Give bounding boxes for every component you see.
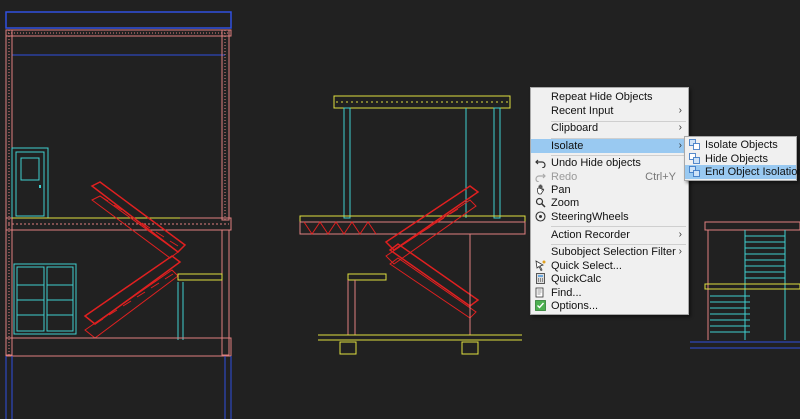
menu-item-find[interactable]: Find...	[531, 286, 688, 300]
context-menu: Repeat Hide Objects Recent Input › Clipb…	[530, 87, 689, 315]
menu-item-label: QuickCalc	[551, 273, 602, 285]
submenu-item-end-object-isolation[interactable]: End Object Isolation	[685, 165, 800, 179]
find-icon	[535, 287, 544, 298]
submenu-item-hide-objects[interactable]: Hide Objects	[685, 152, 796, 166]
hide-objects-icon	[689, 153, 700, 164]
undo-icon	[535, 159, 546, 168]
isolate-submenu: Isolate Objects Hide Objects End Object …	[684, 136, 800, 181]
menu-item-steeringwheels[interactable]: SteeringWheels	[531, 210, 688, 224]
right-section-drawing	[690, 221, 800, 349]
menu-item-recent-input[interactable]: Recent Input ›	[531, 104, 688, 118]
menu-item-quickcalc[interactable]: QuickCalc	[531, 272, 688, 286]
menu-item-quick-select[interactable]: Quick Select...	[531, 259, 688, 273]
submenu-item-label: Isolate Objects	[705, 139, 778, 151]
submenu-arrow-icon: ›	[678, 140, 682, 151]
menu-item-action-recorder[interactable]: Action Recorder ›	[531, 228, 688, 242]
menu-item-label: Undo Hide objects	[551, 157, 641, 169]
menu-item-repeat-hide-objects[interactable]: Repeat Hide Objects	[531, 90, 688, 104]
submenu-item-label: Hide Objects	[705, 153, 768, 165]
menu-item-label: Options...	[551, 300, 599, 312]
submenu-item-label: End Object Isolation	[705, 166, 800, 178]
left-section-drawing	[5, 11, 232, 419]
menu-item-label: Isolate	[551, 140, 584, 152]
menu-item-shortcut: Ctrl+Y	[645, 171, 676, 183]
menu-item-isolate[interactable]: Isolate ›	[531, 139, 688, 153]
menu-item-label: Clipboard	[551, 122, 599, 134]
menu-item-label: Pan	[551, 184, 571, 196]
options-icon	[535, 300, 546, 311]
submenu-arrow-icon: ›	[678, 229, 682, 240]
isolate-objects-icon	[689, 139, 700, 150]
menu-item-options[interactable]: Options...	[531, 299, 688, 313]
calculator-icon	[536, 273, 545, 284]
menu-item-label: Subobject Selection Filter	[551, 246, 676, 258]
menu-item-label: Zoom	[551, 197, 580, 209]
menu-separator	[551, 226, 686, 227]
menu-item-subobject-selection-filter[interactable]: Subobject Selection Filter ›	[531, 245, 688, 259]
menu-item-label: Recent Input	[551, 105, 614, 117]
menu-item-label: Redo	[551, 171, 578, 183]
menu-item-undo-hide-objects[interactable]: Undo Hide objects	[531, 156, 688, 170]
middle-section-drawing	[299, 95, 526, 355]
quick-select-icon	[535, 260, 546, 271]
menu-item-clipboard[interactable]: Clipboard ›	[531, 121, 688, 135]
submenu-item-isolate-objects[interactable]: Isolate Objects	[685, 138, 796, 152]
submenu-arrow-icon: ›	[678, 105, 682, 116]
pan-icon	[536, 184, 545, 195]
menu-item-label: Action Recorder	[551, 229, 630, 241]
zoom-icon	[535, 197, 546, 208]
submenu-arrow-icon: ›	[678, 122, 682, 133]
menu-item-zoom[interactable]: Zoom	[531, 196, 688, 210]
menu-item-label: Repeat Hide Objects	[551, 91, 653, 103]
submenu-arrow-icon: ›	[678, 246, 682, 257]
redo-icon	[535, 173, 546, 182]
steering-wheel-icon	[535, 211, 546, 222]
menu-item-label: SteeringWheels	[551, 211, 629, 223]
menu-item-label: Quick Select...	[551, 260, 622, 272]
menu-item-label: Find...	[551, 287, 582, 299]
menu-item-pan[interactable]: Pan	[531, 183, 688, 197]
menu-item-redo[interactable]: Redo Ctrl+Y	[531, 170, 688, 184]
end-isolation-icon	[689, 166, 700, 177]
